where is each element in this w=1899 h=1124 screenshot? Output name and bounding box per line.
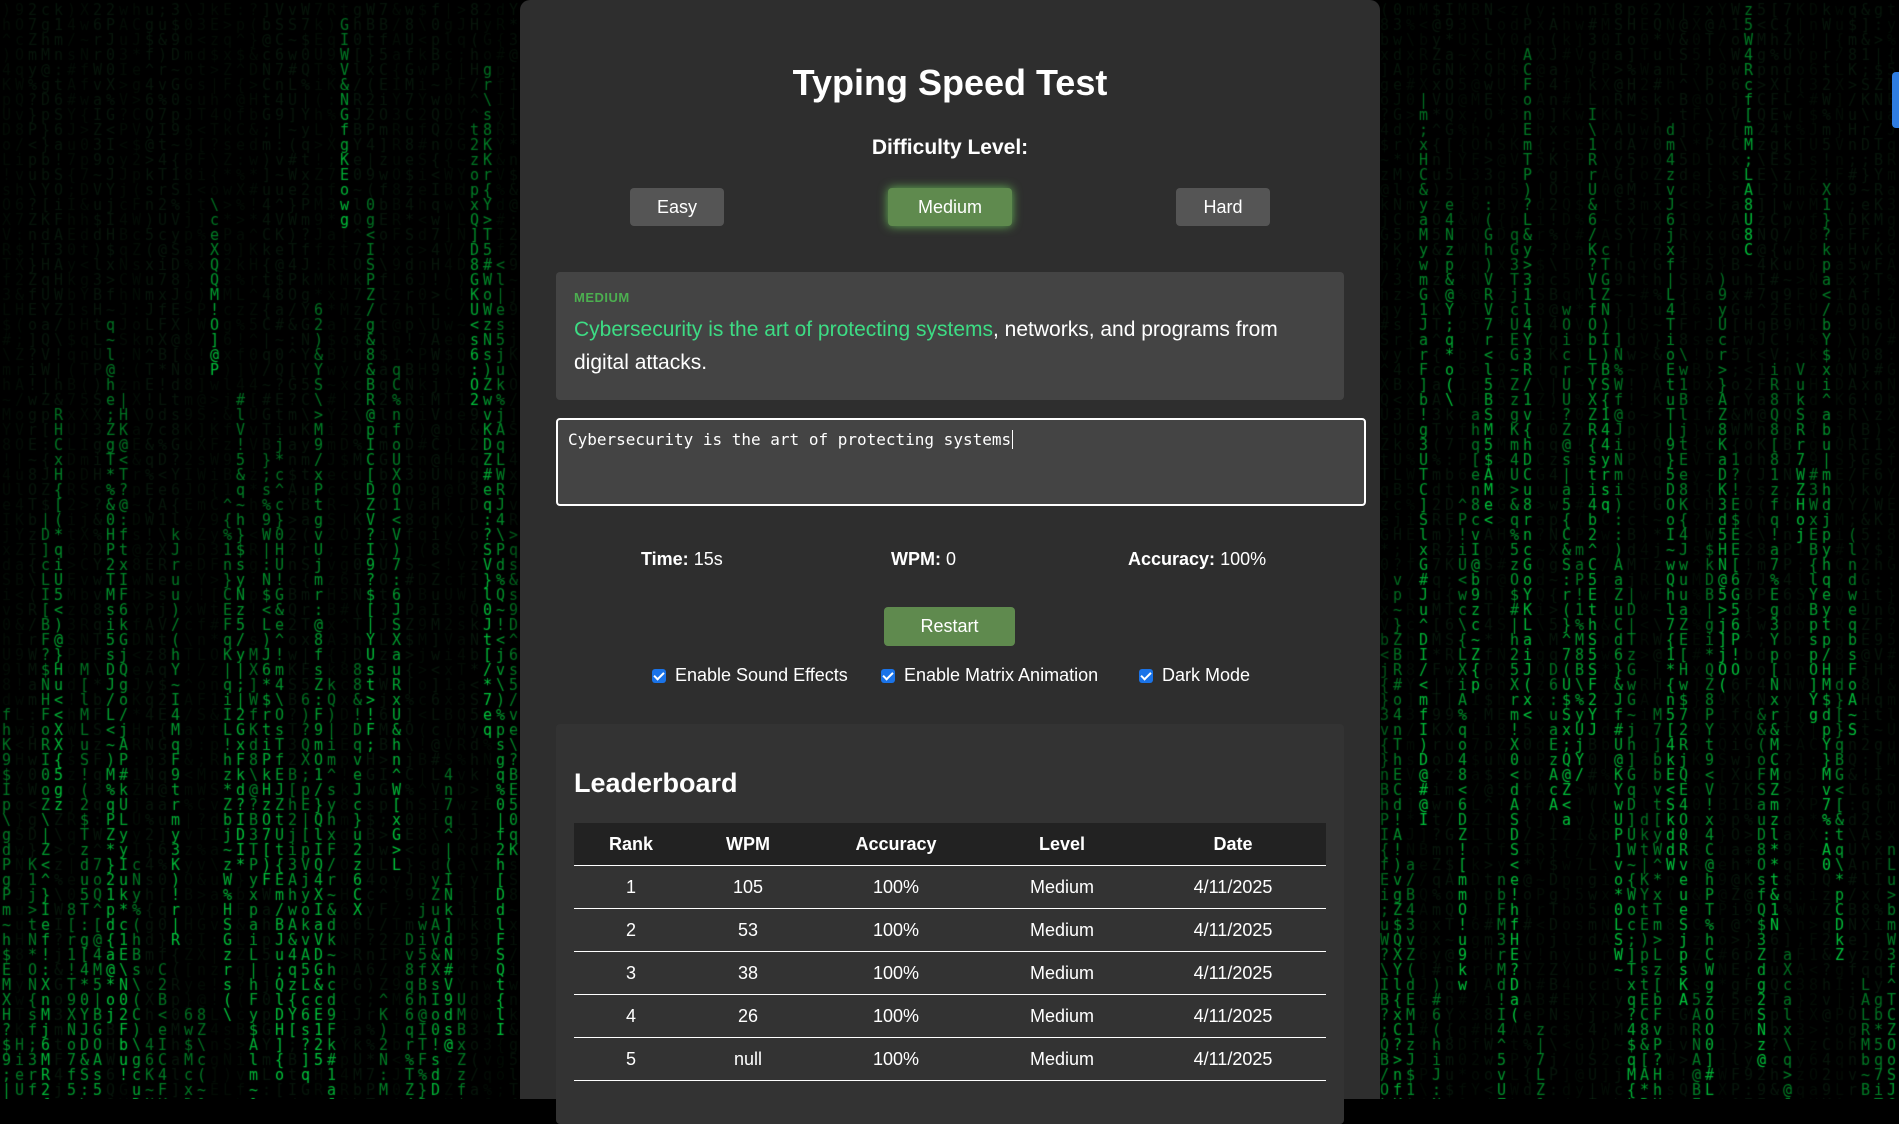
difficulty-label: Difficulty Level:	[871, 136, 1029, 159]
rank-cell: 3	[574, 951, 688, 995]
level-cell: Medium	[984, 951, 1140, 995]
matrix-animation-label: Enable Matrix Animation	[904, 665, 1099, 685]
level-cell: Medium	[984, 908, 1140, 952]
rank-cell: 1	[574, 865, 688, 909]
table-row: 1 105 100% Medium 4/11/2025	[574, 865, 1326, 909]
level-cell: Medium	[984, 994, 1140, 1038]
level-cell: Medium	[984, 1037, 1140, 1081]
accuracy-label: Accuracy:	[1128, 549, 1216, 569]
time-stat: Time: 15s	[641, 549, 723, 570]
level-tag: MEDIUM	[574, 290, 630, 305]
leaderboard-header-row: Rank WPM Accuracy Level Date	[574, 823, 1326, 866]
page-title: Typing Speed Test	[792, 62, 1108, 103]
table-row: 5 null 100% Medium 4/11/2025	[574, 1037, 1326, 1081]
level-cell: Medium	[984, 865, 1140, 909]
accuracy-cell: 100%	[808, 951, 984, 995]
column-header-level: Level	[984, 823, 1140, 866]
wpm-cell: 53	[688, 908, 808, 952]
column-header-accuracy: Accuracy	[808, 823, 984, 866]
accuracy-stat: Accuracy: 100%	[1128, 549, 1266, 570]
accuracy-cell: 100%	[808, 994, 984, 1038]
typing-input[interactable]: Cybersecurity is the art of protecting s…	[556, 418, 1366, 506]
column-header-rank: Rank	[574, 823, 688, 866]
typing-test-panel: Typing Speed Test Difficulty Level: Easy…	[520, 0, 1380, 1124]
matrix-animation-checkbox[interactable]	[881, 668, 895, 683]
passage-box: MEDIUM Cybersecurity is the art of prote…	[556, 272, 1344, 400]
accuracy-value: 100%	[1220, 549, 1267, 569]
date-cell: 4/11/2025	[1140, 994, 1326, 1038]
wpm-cell: 38	[688, 951, 808, 995]
medium-button[interactable]: Medium	[888, 188, 1012, 226]
typed-text: Cybersecurity is the art of protecting s…	[574, 318, 993, 341]
rank-cell: 5	[574, 1037, 688, 1081]
date-cell: 4/11/2025	[1140, 1037, 1326, 1081]
accuracy-cell: 100%	[808, 1037, 984, 1081]
accuracy-cell: 100%	[808, 908, 984, 952]
date-cell: 4/11/2025	[1140, 951, 1326, 995]
wpm-cell: 26	[688, 994, 808, 1038]
matrix-animation-option[interactable]: Enable Matrix Animation	[881, 665, 1098, 686]
table-row: 2 53 100% Medium 4/11/2025	[574, 908, 1326, 952]
typing-input-value: Cybersecurity is the art of protecting s…	[568, 430, 1012, 449]
wpm-cell: null	[688, 1037, 808, 1081]
column-header-date: Date	[1140, 823, 1326, 866]
date-cell: 4/11/2025	[1140, 865, 1326, 909]
sound-effects-option[interactable]: Enable Sound Effects	[652, 665, 848, 686]
dark-mode-option[interactable]: Dark Mode	[1139, 665, 1250, 686]
dark-mode-label: Dark Mode	[1162, 665, 1251, 685]
wpm-value: 0	[946, 549, 957, 569]
text-caret	[1012, 430, 1014, 449]
restart-button[interactable]: Restart	[884, 607, 1015, 646]
column-header-wpm: WPM	[688, 823, 808, 866]
sound-effects-label: Enable Sound Effects	[675, 665, 848, 685]
dark-mode-checkbox[interactable]	[1139, 668, 1153, 683]
passage-text: Cybersecurity is the art of protecting s…	[574, 313, 1326, 379]
hard-button[interactable]: Hard	[1176, 188, 1270, 226]
time-label: Time:	[641, 549, 689, 569]
leaderboard-title: Leaderboard	[574, 768, 738, 798]
date-cell: 4/11/2025	[1140, 908, 1326, 952]
scroll-handle[interactable]	[1892, 72, 1899, 128]
leaderboard-section: Leaderboard Rank WPM Accuracy Level Date…	[556, 724, 1344, 1124]
leaderboard-table: Rank WPM Accuracy Level Date 1 105 100% …	[574, 823, 1326, 1081]
rank-cell: 4	[574, 994, 688, 1038]
time-value: 15s	[693, 549, 723, 569]
sound-effects-checkbox[interactable]	[652, 668, 666, 683]
rank-cell: 2	[574, 908, 688, 952]
accuracy-cell: 100%	[808, 865, 984, 909]
table-row: 4 26 100% Medium 4/11/2025	[574, 994, 1326, 1038]
wpm-cell: 105	[688, 865, 808, 909]
table-row: 3 38 100% Medium 4/11/2025	[574, 951, 1326, 995]
wpm-label: WPM:	[891, 549, 941, 569]
easy-button[interactable]: Easy	[630, 188, 724, 226]
wpm-stat: WPM: 0	[891, 549, 956, 570]
